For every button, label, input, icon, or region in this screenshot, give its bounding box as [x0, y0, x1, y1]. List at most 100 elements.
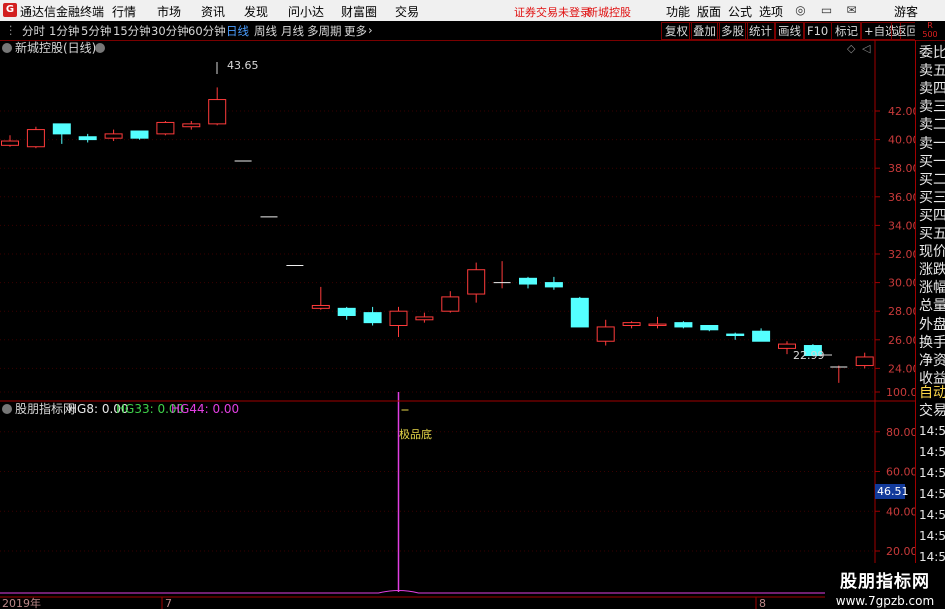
candle-body: [389, 310, 408, 327]
tick-time: 14:56: [919, 424, 945, 438]
chevron-right-icon[interactable]: ›: [368, 23, 373, 37]
candle-body: [674, 322, 693, 328]
diamond-icon[interactable]: ◇: [847, 42, 856, 55]
tab-15min[interactable]: 15分钟: [113, 23, 151, 39]
side-label: 买四: [919, 207, 945, 224]
multi-stock-button[interactable]: 多股: [717, 22, 748, 40]
menu-item-gongneng[interactable]: 功能: [666, 3, 690, 20]
watermark-title: 股朋指标网: [840, 572, 930, 592]
date-label-month-7: 7: [165, 597, 172, 609]
low-price-label: 22.99: [793, 349, 825, 362]
price-axis: 42.00 40.00 38.00 36.00 34.00 32.00 30.00 28.00…: [875, 105, 915, 375]
menu-item-wenxiaoda[interactable]: 问小达: [288, 3, 324, 20]
indicator-tick-label: 20.00: [886, 545, 915, 558]
menu-item-hangqing[interactable]: 行情: [112, 3, 136, 20]
side-badge-500: 500: [922, 30, 938, 39]
tab-more[interactable]: 更多: [344, 23, 367, 39]
menu-item-caifuquan[interactable]: 财富圈: [341, 3, 377, 20]
hg44-value: HG44: 0.00: [171, 402, 239, 416]
menu-item-xuanxiang[interactable]: 选项: [759, 3, 783, 20]
tab-weekly[interactable]: 周线: [254, 23, 277, 39]
tick-time: 14:56: [919, 550, 945, 564]
candle-body: [363, 312, 382, 324]
price-tick-label: 28.00: [888, 305, 915, 318]
app-logo-icon: G: [3, 3, 17, 17]
tab-multi-period[interactable]: 多周期: [307, 23, 342, 39]
candle-body: [570, 297, 589, 328]
help-icon[interactable]: ◎: [792, 2, 809, 19]
overlay-button[interactable]: 叠加: [689, 22, 720, 40]
tab-fenshi[interactable]: 分时: [22, 23, 45, 39]
stock-name-title: 新城控股: [587, 6, 631, 19]
candle-body: [752, 330, 771, 342]
login-warning[interactable]: 证券交易未登录: [514, 4, 591, 20]
side-label: 卖四: [919, 81, 945, 98]
menu-item-zixun[interactable]: 资讯: [201, 3, 225, 20]
mail-icon[interactable]: ✉: [843, 2, 860, 19]
candle-body: [415, 316, 434, 321]
candle-body: [26, 129, 45, 148]
current-value: 46.51: [877, 485, 909, 498]
chevron-down-icon[interactable]: [2, 43, 12, 53]
tab-monthly[interactable]: 月线: [281, 23, 304, 39]
tick-time: 14:56: [919, 487, 945, 501]
tick-time: 14:56: [919, 508, 945, 522]
tab-60min[interactable]: 60分钟: [188, 23, 226, 39]
candle-body: [519, 277, 537, 285]
fuquan-button[interactable]: 复权: [661, 22, 692, 40]
candle-body: [52, 123, 71, 135]
menu-item-jiaoyi[interactable]: 交易: [395, 3, 419, 20]
side-label: 买五: [919, 226, 945, 242]
f10-button[interactable]: F10: [803, 22, 833, 40]
draw-line-button[interactable]: 画线: [774, 22, 805, 40]
chevron-down-icon[interactable]: [2, 404, 12, 414]
menu-item-shichang[interactable]: 市场: [157, 3, 181, 20]
tab-30min[interactable]: 30分钟: [151, 23, 189, 39]
price-tick-label: 34.00: [888, 219, 915, 232]
auto-trade-label[interactable]: 自动: [919, 384, 945, 402]
guest-label[interactable]: 游客: [894, 3, 918, 20]
candle-body: [78, 136, 97, 141]
side-label: 卖一: [919, 135, 945, 152]
price-tick-label: 32.00: [888, 248, 915, 261]
price-tick-label: 26.00: [888, 334, 915, 347]
menu-icon[interactable]: ⋮: [5, 23, 17, 37]
candle-body: [855, 356, 874, 367]
side-label: 现价: [919, 244, 945, 261]
side-label: 买三: [919, 189, 945, 206]
message-icon[interactable]: ▭: [818, 2, 835, 19]
indicator-tick-label: 80.00: [886, 426, 915, 439]
price-tick-label: 36.00: [888, 191, 915, 204]
tick-time: 14:56: [919, 445, 945, 459]
candle-body: [778, 343, 796, 349]
date-label-year: 2019年: [2, 596, 41, 609]
side-label: 涨幅: [919, 280, 945, 297]
candle-body: [156, 121, 175, 135]
menu-item-faxian[interactable]: 发现: [244, 3, 268, 20]
period-toolbar: ⋮ 分时 1分钟 5分钟 15分钟 30分钟 60分钟 日线 周线 月线 多周期…: [0, 21, 945, 41]
indicator-series: [0, 392, 875, 594]
candle-body: [596, 326, 615, 342]
tab-daily[interactable]: 日线: [226, 23, 249, 39]
menu-item-banmian[interactable]: 版面: [697, 3, 721, 20]
tick-time: 14:56: [919, 529, 945, 543]
candle-body: [700, 325, 719, 331]
menu-item-gongshi[interactable]: 公式: [728, 3, 752, 20]
candle-body: [337, 307, 356, 316]
candle-body: [622, 322, 641, 327]
settings-icon[interactable]: [95, 43, 105, 53]
kline-chart[interactable]: 42.00 40.00 38.00 36.00 34.00 32.00 30.00 28.00…: [0, 40, 915, 609]
side-label: 买一: [919, 153, 945, 170]
statistics-button[interactable]: 统计: [745, 22, 776, 40]
date-label-month-8: 8: [759, 597, 766, 609]
indicator-tick-label: 60.00: [886, 466, 915, 479]
tab-5min[interactable]: 5分钟: [81, 23, 111, 39]
auto-trade-label[interactable]: 交易: [919, 402, 945, 420]
side-label: 外盘: [919, 316, 945, 333]
candle-body: [208, 99, 227, 125]
chart-title: 新城控股(日线): [15, 40, 96, 55]
tab-1min[interactable]: 1分钟: [49, 23, 79, 39]
collapse-icon[interactable]: ◁: [862, 42, 871, 55]
mark-button[interactable]: 标记: [831, 22, 862, 40]
app-title: 通达信金融终端: [20, 5, 105, 19]
